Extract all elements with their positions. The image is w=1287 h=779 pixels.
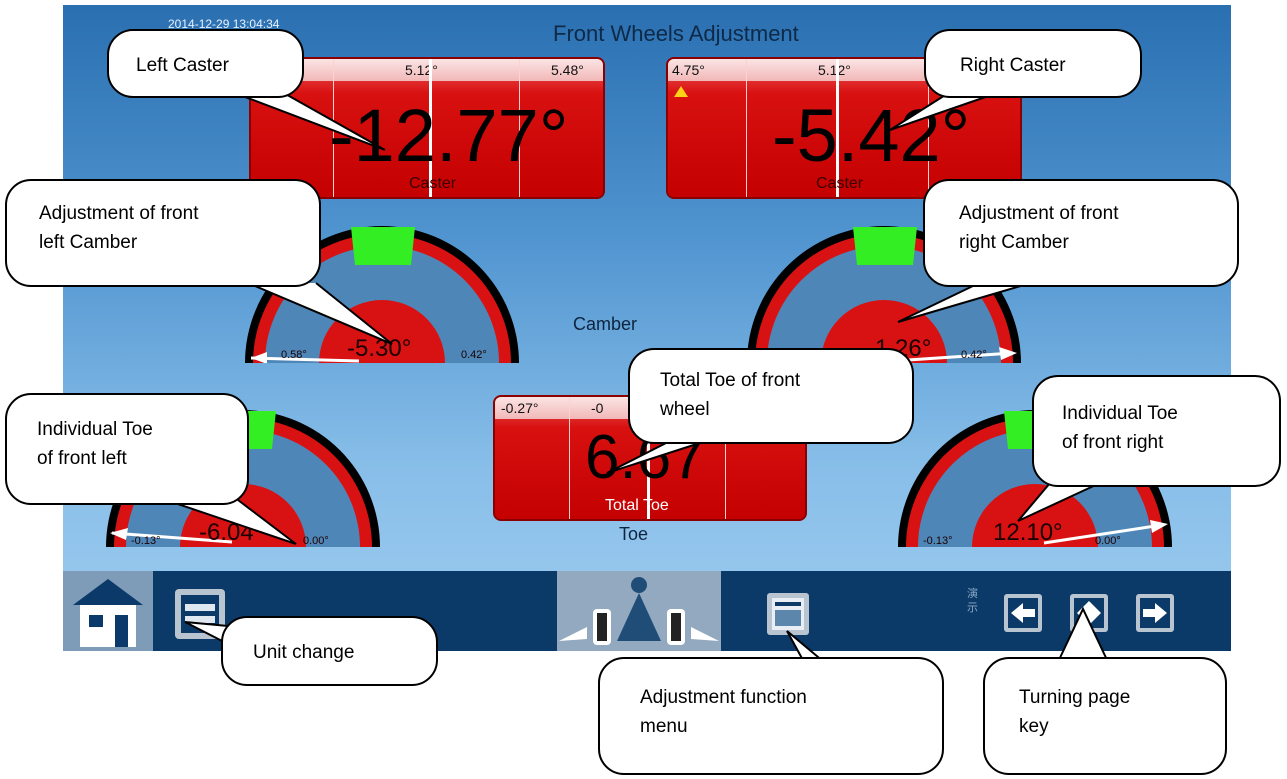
callout-turning-page-key-text: Turning page key [1019,687,1131,738]
alignment-screen: 2014-12-29 13:04:34 Front Wheels Adjustm… [63,5,1231,651]
right-toe-min: -0.13° [923,535,953,547]
left-toe-max: 0.00° [303,535,329,547]
right-camber-max: 0.42° [961,349,987,361]
callout-individual-toe-left: Individual Toe of front left [5,393,249,505]
toe-section-label: Toe [619,524,649,544]
left-toe-value: -6.04° [199,519,264,546]
home-icon [73,579,143,647]
callout-total-toe-text: Total Toe of front wheel [660,370,801,421]
page-prev-button[interactable] [1003,593,1043,633]
total-toe-tick-2: -0 [591,400,604,416]
callout-adjustment-menu: Adjustment function menu [598,657,944,775]
grid-line [569,397,570,519]
page-swap-button[interactable] [1069,593,1109,633]
page-next-button[interactable] [1135,593,1175,633]
callout-total-toe: Total Toe of front wheel [628,348,914,444]
callout-unit-change: Unit change [221,616,438,686]
right-caster-tick-1: 4.75° [672,62,705,78]
left-camber-min: 0.58° [281,349,307,361]
unit-change-button[interactable] [173,587,227,641]
right-caster-value: -5.42° [772,94,971,177]
unit-change-icon [175,589,225,639]
car-alignment-icon [559,577,719,645]
arrow-left-icon [1004,594,1042,632]
demo-label: 演示 [967,588,978,614]
right-toe-value: 12.10° [993,519,1063,546]
right-toe-max: 0.00° [1095,535,1121,547]
warning-triangle-icon [674,86,688,97]
grid-line [746,59,747,197]
adjustment-menu-button[interactable] [765,591,811,637]
left-caster-value: -12.77° [329,94,569,177]
callout-front-right-camber-text: Adjustment of front right Camber [959,203,1119,254]
callout-individual-toe-right: Individual Toe of front right [1032,375,1281,487]
callout-turning-page-key: Turning page key [983,657,1227,775]
callout-adjustment-menu-text: Adjustment function menu [640,687,807,738]
right-caster-tick-2: 5.12° [818,62,851,78]
callout-right-caster-text: Right Caster [960,55,1066,76]
callout-individual-toe-left-text: Individual Toe of front left [37,419,153,470]
callout-front-right-camber: Adjustment of front right Camber [923,179,1239,287]
page-title: Front Wheels Adjustment [553,21,799,46]
total-toe-tick-1: -0.27° [501,400,539,416]
total-toe-label: Total Toe [605,497,669,514]
arrow-right-icon [1136,594,1174,632]
callout-front-left-camber: Adjustment of front left Camber [5,179,321,287]
right-caster-label: Caster [816,175,864,192]
callout-front-left-camber-text: Adjustment of front left Camber [39,203,199,254]
left-caster-tick-2: 5.48° [551,62,584,78]
callout-right-caster: Right Caster [924,29,1142,98]
adjustment-menu-icon [767,593,809,635]
left-camber-value: -5.30° [347,335,412,362]
left-camber-max: 0.42° [461,349,487,361]
callout-unit-change-text: Unit change [253,642,355,663]
camber-section-label: Camber [573,314,638,334]
home-button[interactable] [63,571,153,651]
left-caster-tick-1: 5.12° [405,62,438,78]
left-caster-label: Caster [409,175,457,192]
arrow-swap-icon [1070,594,1108,632]
callout-individual-toe-right-text: Individual Toe of front right [1062,403,1178,454]
left-toe-min: -0.13° [131,535,161,547]
callout-left-caster: Left Caster [107,29,304,98]
callout-left-caster-text: Left Caster [136,55,229,76]
car-alignment-button[interactable] [557,571,721,651]
